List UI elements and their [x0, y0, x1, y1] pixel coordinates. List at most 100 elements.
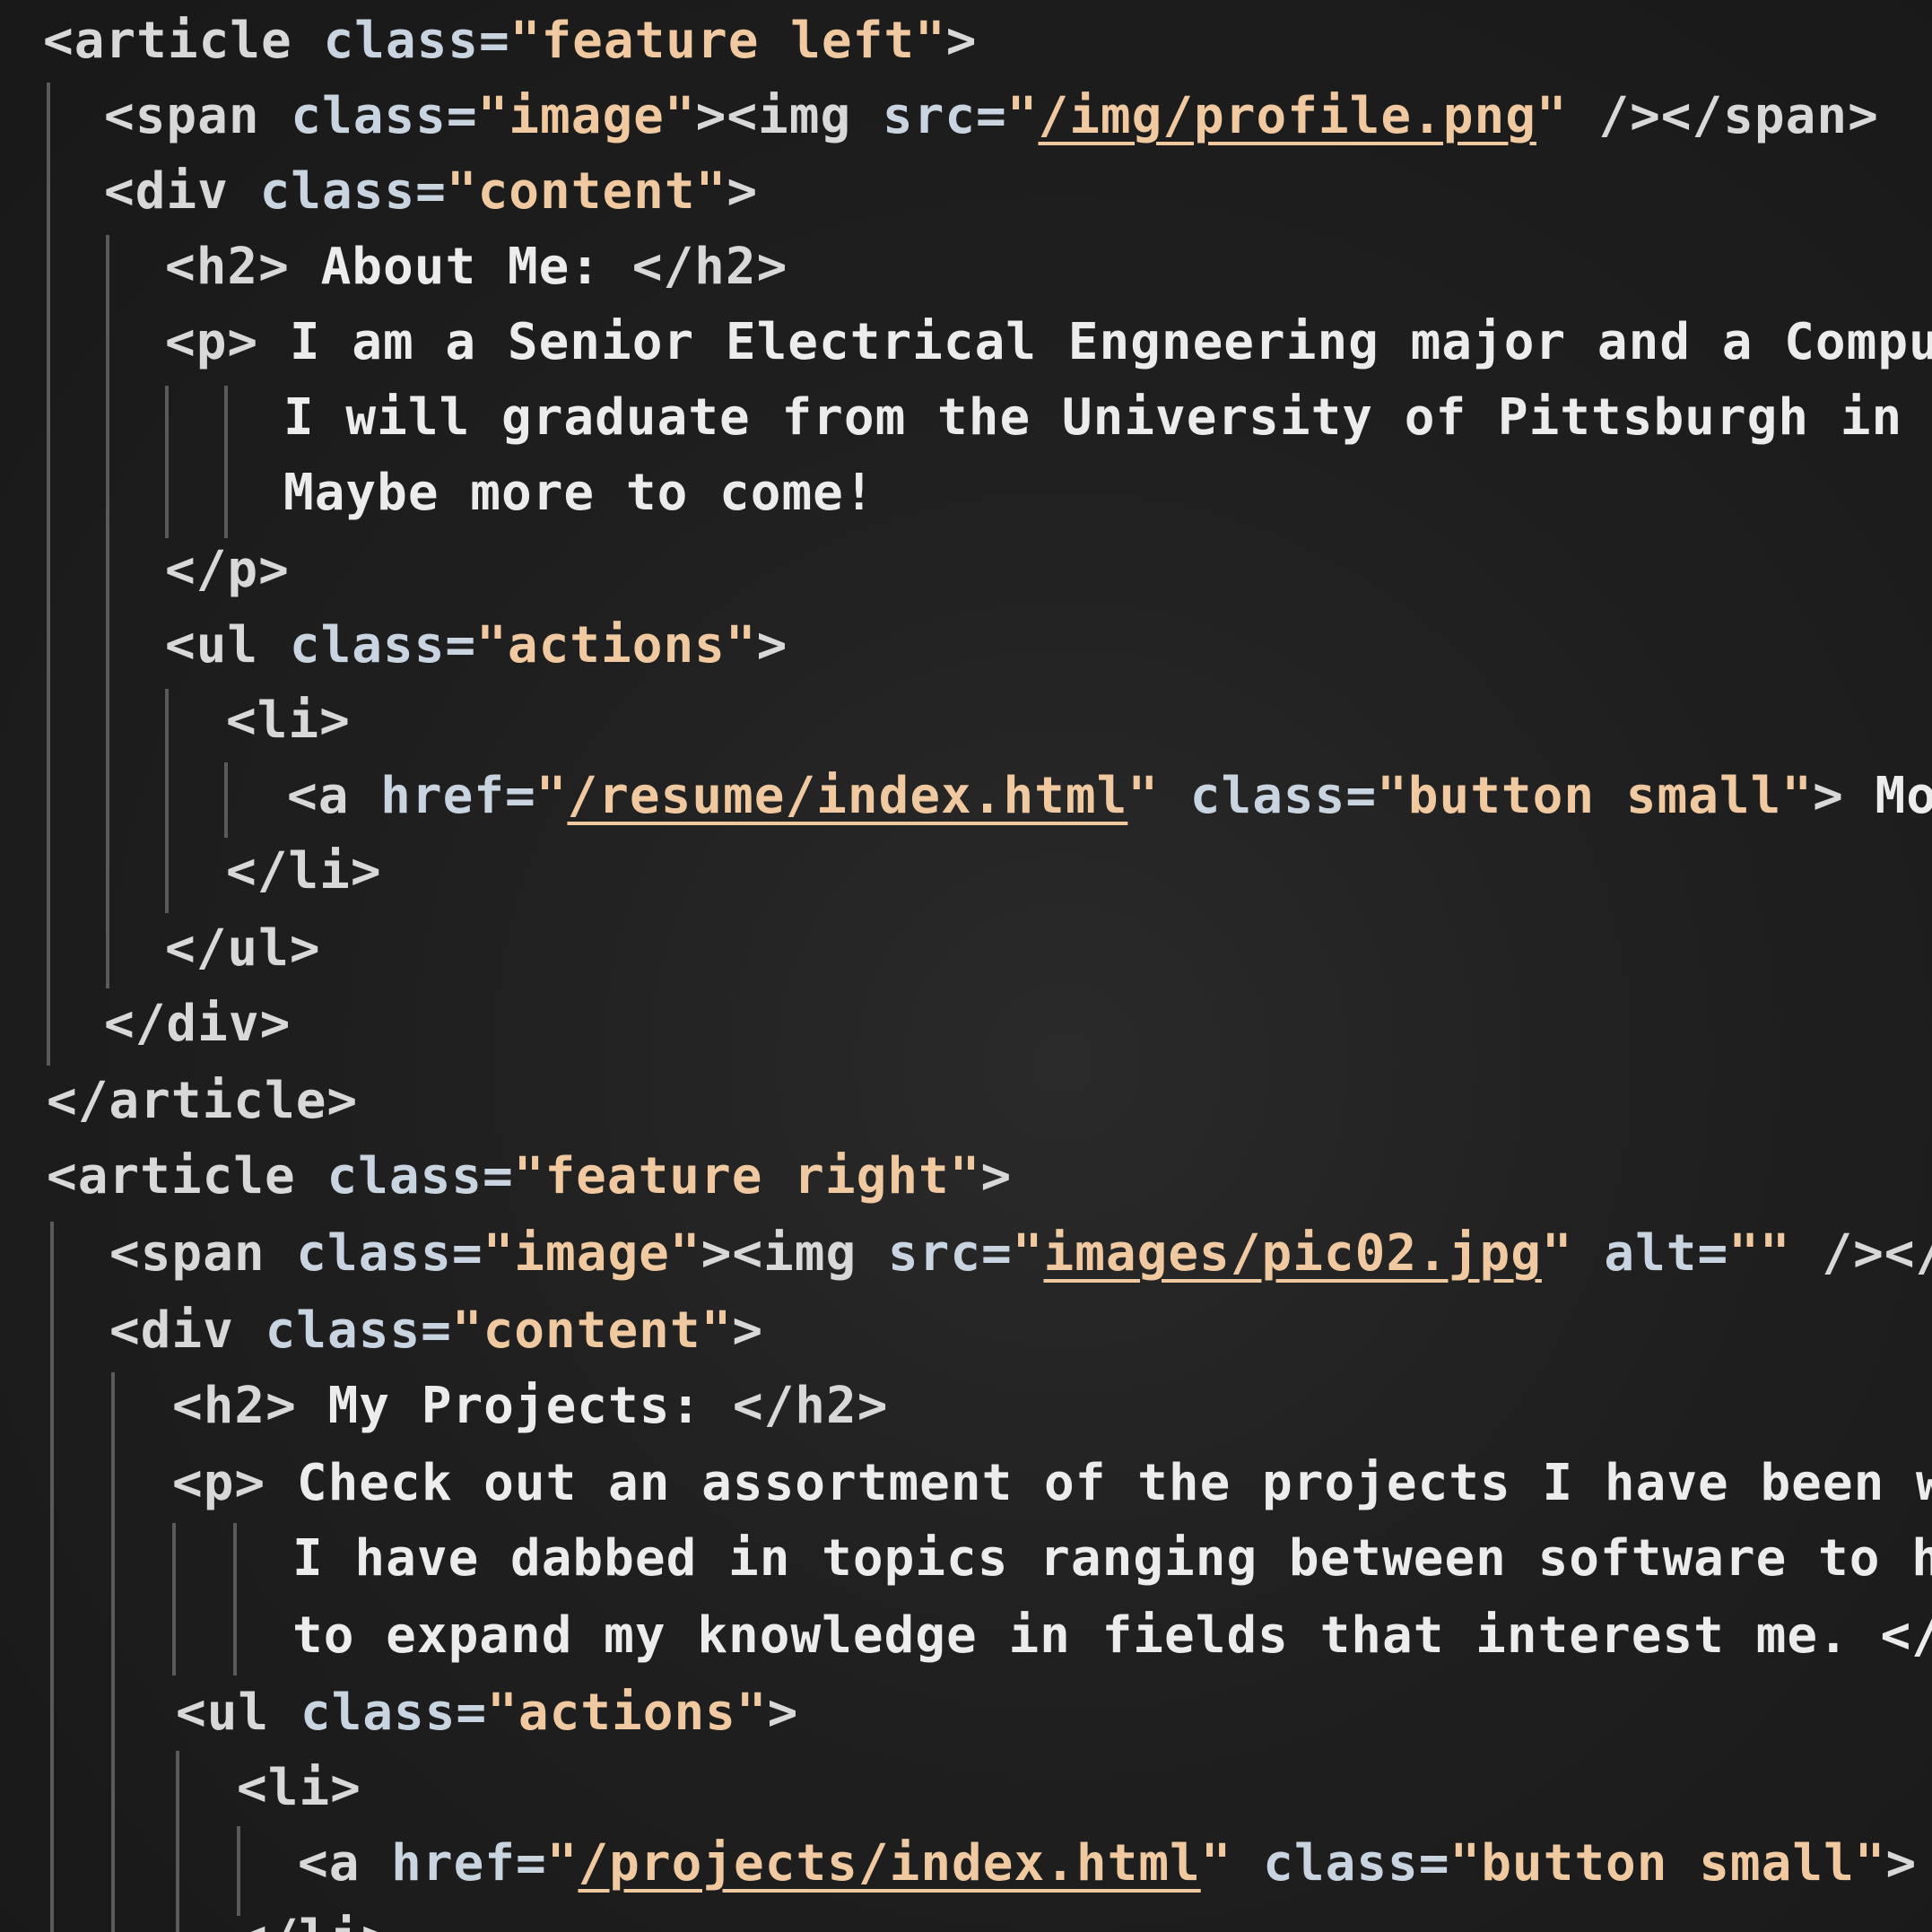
text-token: Check out an assortment of the projects …: [296, 1454, 1932, 1512]
string-token: "button small": [1449, 1834, 1886, 1893]
code-line[interactable]: </p>: [165, 533, 290, 608]
text-token: About Me:: [320, 238, 632, 296]
string-token: "content": [446, 162, 727, 221]
tag-token: <article: [43, 12, 324, 70]
path-link[interactable]: images/pic02.jpg: [1043, 1224, 1541, 1283]
string-token: "feature left": [509, 12, 946, 70]
string-token: ": [1536, 87, 1568, 145]
code-line[interactable]: </li>: [237, 1902, 393, 1932]
attr-token: href=: [380, 767, 536, 825]
code-line[interactable]: <ul class="actions">: [165, 608, 788, 683]
code-line[interactable]: <article class="feature left">: [43, 4, 977, 79]
tag-token: <article: [47, 1147, 327, 1205]
attr-token: class=: [259, 162, 447, 221]
tag-token: <a: [298, 1834, 392, 1893]
code-line[interactable]: <li>: [226, 683, 351, 759]
string-token: ": [1006, 87, 1039, 145]
string-token: ": [1541, 1224, 1573, 1283]
code-line[interactable]: </ul>: [165, 911, 321, 987]
code-line[interactable]: </article>: [47, 1064, 358, 1139]
code-line[interactable]: <a href="/projects/index.html" class="bu…: [298, 1826, 1917, 1902]
indent-guide: [111, 1372, 115, 1932]
tag-token: <p>: [172, 1454, 297, 1512]
text-token: I will graduate from the University of P…: [283, 388, 1932, 447]
indent-guide: [176, 1751, 179, 1932]
string-token: "content": [451, 1301, 733, 1360]
attr-token: src=: [882, 87, 1007, 145]
code-line[interactable]: I have dabbed in topics ranging between …: [292, 1521, 1932, 1597]
code-line[interactable]: I will graduate from the University of P…: [283, 380, 1932, 456]
text-token: I have dabbed in topics ranging between …: [292, 1529, 1932, 1588]
attr-token: class=: [296, 1224, 483, 1283]
tag-token: ><img: [695, 87, 883, 145]
tag-token: </article>: [47, 1072, 359, 1130]
indent-guide: [47, 83, 50, 1066]
tag-token: </li>: [226, 842, 382, 901]
code-line[interactable]: Maybe more to come!: [283, 456, 875, 531]
tag-token: <div: [109, 1301, 265, 1360]
path-link[interactable]: /resume/index.html: [567, 767, 1127, 825]
tag-token: /></span>: [1567, 87, 1879, 145]
code-line[interactable]: <a href="/resume/index.html" class="butt…: [287, 759, 1932, 834]
code-line[interactable]: <h2> About Me: </h2>: [165, 230, 788, 305]
tag-token: </ul>: [165, 919, 321, 978]
text-token: Maybe more to come!: [283, 464, 875, 522]
code-line[interactable]: </li>: [226, 834, 382, 909]
code-line[interactable]: to expand my knowledge in fields that in…: [292, 1598, 1932, 1674]
code-line[interactable]: <p> I am a Senior Electrical Engneering …: [165, 305, 1932, 380]
tag-token: </li>: [237, 1910, 393, 1932]
attr-token: class=: [1159, 767, 1378, 825]
string-token: ": [546, 1834, 579, 1893]
tag-token: >: [767, 1684, 799, 1742]
attr-token: class=: [300, 1684, 488, 1742]
tag-token: </p>: [165, 541, 290, 599]
attr-token: href=: [391, 1834, 547, 1893]
indent-guide: [106, 235, 109, 988]
tag-token: <div: [104, 162, 260, 221]
string-token: "": [1728, 1224, 1791, 1283]
path-link[interactable]: /projects/index.html: [578, 1834, 1200, 1893]
code-line[interactable]: <span class="image"><img src="images/pic…: [109, 1216, 1932, 1292]
indent-guide: [50, 1222, 54, 1932]
tag-token: <span: [109, 1224, 297, 1283]
indent-guide: [172, 1523, 176, 1675]
attr-token: class=: [291, 87, 478, 145]
code-line[interactable]: </div>: [104, 987, 291, 1062]
attr-token: class=: [289, 616, 477, 674]
tag-token: ><img: [701, 1224, 888, 1283]
tag-token: >: [1885, 1834, 1918, 1893]
code-line[interactable]: <li>: [237, 1751, 361, 1826]
indent-guide: [224, 386, 228, 538]
tag-token: <li>: [237, 1759, 361, 1817]
text-token: to expand my knowledge in fields that in…: [292, 1606, 1932, 1665]
code-line[interactable]: <ul class="actions">: [176, 1675, 798, 1751]
tag-token: >: [945, 12, 978, 70]
tag-token: </h2>: [631, 238, 788, 296]
code-line[interactable]: <div class="content">: [104, 154, 758, 230]
tag-token: <li>: [226, 692, 351, 750]
code-line[interactable]: <article class="feature right">: [47, 1139, 1012, 1214]
indent-guide: [165, 689, 169, 913]
code-line[interactable]: <h2> My Projects: </h2>: [172, 1369, 888, 1444]
tag-token: </h2>: [732, 1377, 889, 1435]
code-editor[interactable]: <article class="feature left"> <span cla…: [0, 0, 1932, 1932]
string-token: "image": [483, 1224, 701, 1283]
code-line[interactable]: <p> Check out an assortment of the proje…: [172, 1446, 1932, 1521]
text-token: My Projects:: [327, 1377, 733, 1435]
tag-token: <a: [287, 767, 381, 825]
code-line[interactable]: <span class="image"><img src="/img/profi…: [104, 79, 1879, 154]
string-token: ": [1012, 1224, 1044, 1283]
indent-guide: [224, 762, 228, 838]
string-token: "actions": [476, 616, 757, 674]
tag-token: >: [980, 1147, 1013, 1205]
tag-token: <h2>: [165, 238, 321, 296]
path-link[interactable]: /img/profile.png: [1038, 87, 1536, 145]
tag-token: >: [1813, 767, 1875, 825]
attr-token: alt=: [1572, 1224, 1729, 1283]
string-token: ": [1200, 1834, 1232, 1893]
string-token: "button small": [1377, 767, 1814, 825]
code-line[interactable]: <div class="content">: [109, 1293, 763, 1369]
tag-token: <h2>: [172, 1377, 328, 1435]
indent-guide: [165, 386, 169, 538]
attr-token: class=: [326, 1147, 514, 1205]
